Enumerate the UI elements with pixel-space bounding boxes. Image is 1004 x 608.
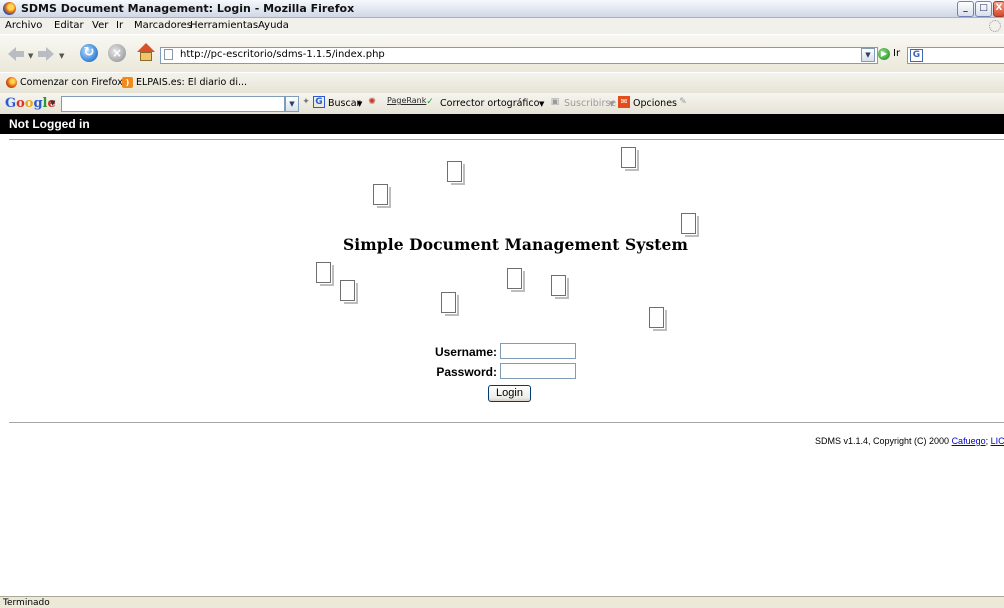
page-content: Not Logged in Simple Document Management… xyxy=(0,114,1004,596)
google-logo-g: G xyxy=(5,96,17,111)
subscribe-chevron-icon: ▼ xyxy=(609,100,615,108)
menu-bar: Archivo Editar Ver Ir Marcadores Herrami… xyxy=(0,18,1004,34)
back-arrow-icon xyxy=(8,47,24,61)
username-field[interactable] xyxy=(500,343,576,359)
username-label: Username: xyxy=(434,345,497,359)
document-icon xyxy=(551,275,569,299)
document-icon xyxy=(681,213,699,237)
spellcheck-button[interactable]: Corrector ortográfico xyxy=(440,98,539,109)
document-icon xyxy=(447,161,465,185)
menu-ayuda[interactable]: Ayuda xyxy=(258,20,289,31)
google-logo[interactable]: Google xyxy=(5,96,56,111)
google-search-engine-icon[interactable]: G xyxy=(910,49,923,62)
spellcheck-icon[interactable]: ✓ xyxy=(424,96,436,108)
license-link[interactable]: LICENSE xyxy=(991,436,1004,446)
bookmark-elpais[interactable]: ELPAIS.es: El diario di... xyxy=(136,77,247,88)
menu-ir[interactable]: Ir xyxy=(116,20,123,31)
forward-arrow-icon xyxy=(38,47,54,61)
document-icon xyxy=(373,184,391,208)
password-label: Password: xyxy=(436,365,497,379)
forward-button[interactable] xyxy=(38,44,56,64)
buscar-button[interactable]: Buscar xyxy=(328,98,360,109)
document-icon xyxy=(621,147,639,171)
window-title: SDMS Document Management: Login - Mozill… xyxy=(21,2,355,15)
google-search-input[interactable] xyxy=(61,96,285,112)
status-text: Terminado xyxy=(3,598,50,608)
document-icon xyxy=(340,280,358,304)
menu-ver[interactable]: Ver xyxy=(92,20,108,31)
document-icon xyxy=(441,292,459,316)
subscribe-icon: ▣ xyxy=(550,97,560,107)
google-search-history-dropdown[interactable]: ▼ xyxy=(285,96,299,112)
header-divider xyxy=(9,139,1004,140)
login-button[interactable]: Login xyxy=(488,385,531,402)
throbber-icon xyxy=(989,20,1001,32)
google-toolbar: Google ▼ ▼ ✦ G Buscar ▼ ✺ PageRank ✓ Cor… xyxy=(0,93,1004,115)
rss-icon: ) xyxy=(122,77,133,88)
page-favicon-icon xyxy=(164,49,173,60)
bookmark-comenzar[interactable]: Comenzar con Firefox xyxy=(20,77,123,88)
minimize-button[interactable]: _ xyxy=(957,1,974,17)
pagerank-indicator[interactable]: PageRank xyxy=(387,96,426,105)
system-title: Simple Document Management System xyxy=(343,235,688,254)
url-text: http://pc-escritorio/sdms-1.1.5/index.ph… xyxy=(180,49,385,60)
google-menu-chevron-icon[interactable]: ▼ xyxy=(50,99,55,107)
bookmarks-toolbar: Comenzar con Firefox ) ELPAIS.es: El dia… xyxy=(0,72,1004,94)
back-button[interactable] xyxy=(8,44,26,64)
status-header-bar: Not Logged in xyxy=(0,114,1004,134)
menu-archivo[interactable]: Archivo xyxy=(5,20,42,31)
stop-icon[interactable]: × xyxy=(108,44,126,62)
document-icon xyxy=(649,307,667,331)
spellcheck-chevron-icon[interactable]: ▼ xyxy=(539,100,544,108)
home-icon[interactable] xyxy=(137,43,155,61)
highlighter-icon[interactable]: ✎ xyxy=(677,96,689,108)
login-status-text: Not Logged in xyxy=(9,117,90,131)
document-icon xyxy=(316,262,334,286)
go-button-label[interactable]: Ir xyxy=(893,48,900,59)
document-icon xyxy=(507,268,525,292)
firefox-icon xyxy=(6,77,17,88)
author-link[interactable]: Cafuego xyxy=(952,436,986,446)
menu-herramientas[interactable]: Herramientas xyxy=(190,20,258,31)
copyright-text: SDMS v1.1.4, Copyright (C) 2000 xyxy=(815,436,952,446)
maximize-button[interactable]: □ xyxy=(975,1,992,17)
options-button[interactable]: Opciones xyxy=(633,98,677,109)
reload-icon[interactable]: ↻ xyxy=(80,44,98,62)
google-logo-g2: g xyxy=(33,96,43,111)
popup-blocker-icon[interactable]: ✺ xyxy=(366,96,378,108)
plus-icon[interactable]: ✦ xyxy=(300,96,312,108)
url-history-dropdown[interactable]: ▼ xyxy=(861,48,875,62)
go-icon[interactable]: ▶ xyxy=(878,48,890,60)
google-g-search-icon[interactable]: G xyxy=(313,96,325,108)
back-history-chevron-icon[interactable]: ▼ xyxy=(28,52,33,60)
buscar-chevron-icon[interactable]: ▼ xyxy=(357,100,362,108)
search-engine-box[interactable]: G xyxy=(907,47,1004,64)
url-bar[interactable]: http://pc-escritorio/sdms-1.1.5/index.ph… xyxy=(160,47,878,64)
forward-history-chevron-icon[interactable]: ▼ xyxy=(59,52,64,60)
title-bar: SDMS Document Management: Login - Mozill… xyxy=(0,0,1004,18)
copyright-footer: SDMS v1.1.4, Copyright (C) 2000 Cafuego;… xyxy=(815,436,1004,446)
firefox-app-icon xyxy=(3,2,16,15)
status-bar: Terminado xyxy=(0,596,1004,608)
password-field[interactable] xyxy=(500,363,576,379)
menu-marcadores[interactable]: Marcadores xyxy=(134,20,192,31)
navigation-toolbar: ▼ ▼ ↻ × http://pc-escritorio/sdms-1.1.5/… xyxy=(0,34,1004,73)
firefox-window: SDMS Document Management: Login - Mozill… xyxy=(0,0,1004,608)
google-logo-o1: o xyxy=(16,96,25,111)
footer-divider xyxy=(9,422,1004,423)
options-icon[interactable]: ✉ xyxy=(618,96,630,108)
menu-editar[interactable]: Editar xyxy=(54,20,84,31)
close-button[interactable]: X xyxy=(993,1,1004,17)
